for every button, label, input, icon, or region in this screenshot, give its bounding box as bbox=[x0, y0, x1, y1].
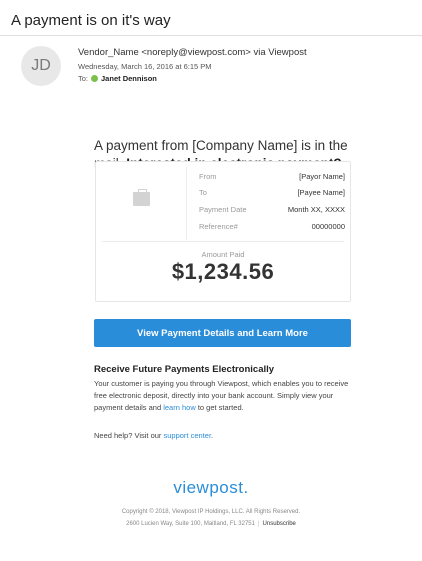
amount-label: Amount Paid bbox=[201, 250, 245, 259]
detail-label: To bbox=[199, 188, 207, 197]
card-vertical-divider bbox=[186, 167, 187, 240]
email-subject: A payment is on it's way bbox=[11, 12, 171, 29]
detail-value: Month XX, XXXX bbox=[287, 205, 345, 214]
view-payment-details-button[interactable]: View Payment Details and Learn More bbox=[94, 319, 351, 347]
header-divider bbox=[0, 35, 422, 36]
section-title: Receive Future Payments Electronically bbox=[94, 364, 275, 375]
detail-value: 00000000 bbox=[311, 222, 345, 231]
to-label: To: bbox=[78, 74, 89, 83]
detail-label: Reference# bbox=[199, 222, 238, 231]
email-date: Wednesday, March 16, 2016 at 6:15 PM bbox=[78, 62, 212, 71]
briefcase-icon bbox=[133, 189, 150, 206]
unsubscribe-link[interactable]: Unsubscribe bbox=[263, 521, 296, 527]
learn-how-link[interactable]: learn how bbox=[163, 403, 196, 412]
detail-label: From bbox=[199, 172, 217, 181]
viewpost-logo: viewpost. bbox=[173, 478, 249, 497]
recipient-name[interactable]: Janet Dennison bbox=[101, 74, 157, 83]
payment-card: From [Payor Name] To [Payee Name] Paymen… bbox=[95, 161, 351, 302]
amount-value: $1,234.56 bbox=[171, 259, 275, 284]
card-horizontal-divider bbox=[102, 241, 344, 242]
detail-row-to: To [Payee Name] bbox=[199, 188, 345, 197]
sender-avatar[interactable]: JD bbox=[21, 46, 61, 86]
footer-separator: | bbox=[257, 521, 260, 527]
sender-line[interactable]: Vendor_Name <noreply@viewpost.com> via V… bbox=[78, 47, 307, 58]
help-end: . bbox=[211, 431, 214, 440]
section-text-end: to get started. bbox=[195, 403, 244, 412]
status-dot-icon bbox=[91, 75, 99, 82]
footer-copyright: Copyright © 2018, Viewpost IP Holdings, … bbox=[121, 509, 301, 515]
footer-address: 2600 Lucien Way, Suite 100, Maitland, FL… bbox=[126, 521, 255, 527]
footer-address-row: 2600 Lucien Way, Suite 100, Maitland, FL… bbox=[0, 521, 422, 527]
recipient-row: To: Janet Dennison bbox=[78, 74, 157, 83]
support-center-link[interactable]: support center bbox=[164, 431, 212, 440]
detail-row-payment-date: Payment Date Month XX, XXXX bbox=[199, 205, 345, 214]
section-body: Your customer is paying you through View… bbox=[94, 378, 356, 414]
help-line: Need help? Visit our support center. bbox=[94, 431, 213, 440]
detail-value: [Payor Name] bbox=[299, 172, 345, 181]
help-text: Need help? Visit our bbox=[94, 431, 164, 440]
detail-row-from: From [Payor Name] bbox=[199, 172, 345, 181]
detail-label: Payment Date bbox=[199, 205, 247, 214]
detail-row-reference: Reference# 00000000 bbox=[199, 222, 345, 231]
detail-value: [Payee Name] bbox=[297, 188, 345, 197]
